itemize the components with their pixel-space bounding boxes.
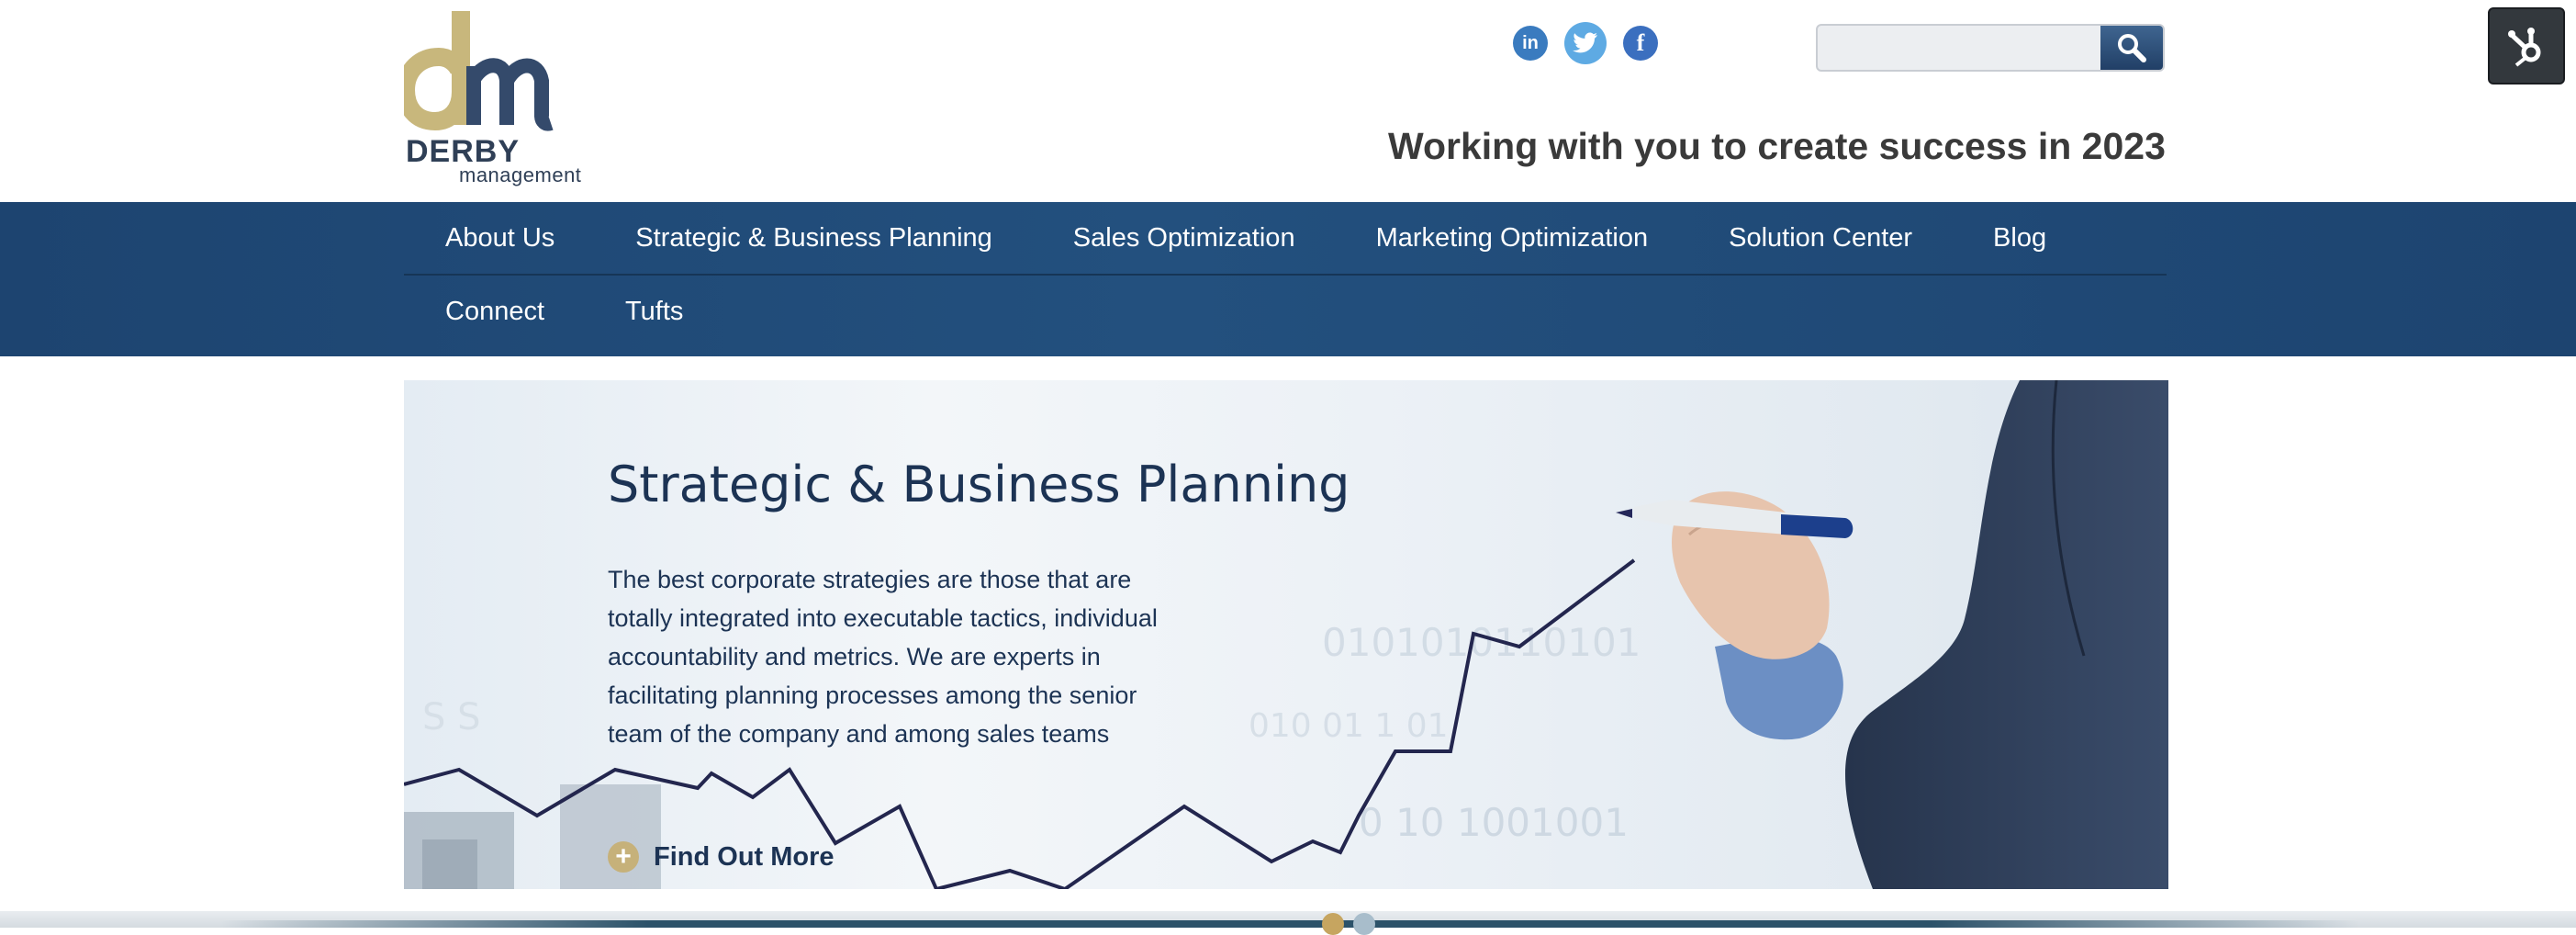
nav-item-connect[interactable]: Connect (404, 297, 585, 327)
facebook-icon[interactable]: f (1623, 26, 1658, 61)
search-box (1816, 24, 2165, 72)
svg-text:S S: S S (422, 696, 481, 738)
logo-management-text: management (459, 163, 582, 186)
search-input[interactable] (1818, 26, 2102, 70)
slider-dot-2[interactable] (1353, 913, 1375, 935)
logo[interactable]: DERBY management (404, 7, 588, 191)
linkedin-icon[interactable]: in (1513, 26, 1548, 61)
facebook-label: f (1636, 29, 1645, 56)
hubspot-glyph (2508, 28, 2541, 67)
twitter-bird-icon[interactable] (1564, 22, 1607, 64)
nav-item-sales-optimization[interactable]: Sales Optimization (1033, 223, 1336, 253)
linkedin-label: in (1522, 32, 1539, 53)
svg-text:010 01 1 01: 010 01 1 01 (1249, 707, 1449, 745)
hero-description: The best corporate strategies are those … (608, 566, 1158, 748)
find-out-more-label: Find Out More (654, 841, 834, 872)
search-button[interactable] (2100, 26, 2163, 70)
svg-text:0101010110101: 0101010110101 (1322, 620, 1641, 665)
nav-item-marketing-optimization[interactable]: Marketing Optimization (1336, 223, 1689, 253)
magnifier-icon (2118, 34, 2146, 62)
svg-text:0 10 1001001: 0 10 1001001 (1359, 800, 1629, 845)
nav-row-1: About Us Strategic & Business Planning S… (404, 202, 2167, 276)
main-navigation: About Us Strategic & Business Planning S… (0, 202, 2576, 356)
twitter-bird-glyph (1573, 32, 1597, 53)
dm-monogram-logo (404, 11, 554, 131)
nav-item-about-us[interactable]: About Us (404, 223, 595, 253)
slider-dot-1[interactable] (1322, 913, 1344, 935)
nav-item-solution-center[interactable]: Solution Center (1688, 223, 1953, 253)
hero-title: Strategic & Business Planning (608, 456, 1350, 513)
hero-banner: 0101010110101 0 10 1001001 010 01 1 01 S… (404, 380, 2168, 889)
logo-derby-text: DERBY (406, 134, 521, 169)
header-tagline: Working with you to create success in 20… (1388, 125, 2166, 167)
nav-item-strategic-business-planning[interactable]: Strategic & Business Planning (595, 223, 1033, 253)
hubspot-sprocket-icon[interactable] (2488, 7, 2565, 84)
nav-item-tufts[interactable]: Tufts (585, 297, 723, 327)
footer-strip (220, 920, 2359, 928)
plus-circle-icon: + (608, 841, 639, 873)
find-out-more-link[interactable]: + Find Out More (608, 841, 834, 873)
nav-row-2: Connect Tufts (404, 276, 2167, 347)
nav-item-blog[interactable]: Blog (1953, 223, 2087, 253)
